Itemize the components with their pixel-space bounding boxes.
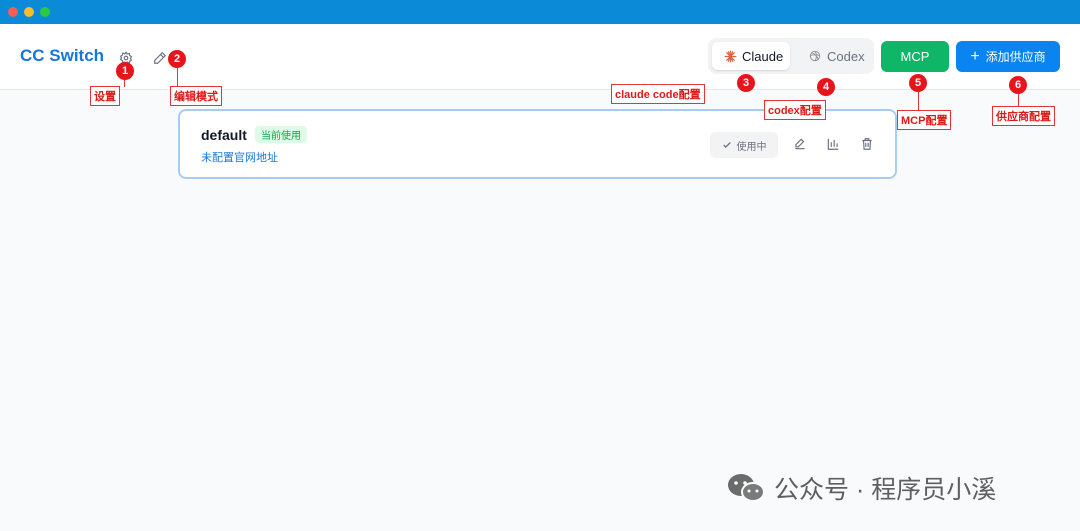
wechat-icon [728,474,765,502]
annotation-codex: codex配置 [764,100,826,120]
watermark: 公众号 · 程序员小溪 [726,470,996,506]
annotation-claude-code: claude code配置 [611,84,705,104]
plus-icon: + [970,47,980,65]
edit-icon [795,138,805,150]
leader-line [177,68,178,86]
watermark-text: 公众号 · 程序员小溪 [774,476,997,504]
tab-claude-label: Claude [742,48,784,64]
mcp-button[interactable]: MCP [881,41,949,72]
tab-codex-label: Codex [827,48,865,64]
leader-line [918,92,919,110]
annotation-provider: 供应商配置 [992,106,1055,126]
annotation-settings: 设置 [90,86,120,106]
callout-1: 1 [116,62,134,80]
annotation-edit-mode: 编辑模式 [170,86,222,106]
window-titlebar [0,0,1080,24]
bar-chart-icon [827,138,839,150]
in-use-label: 使用中 [736,141,767,153]
callout-6: 6 [1009,76,1027,94]
claude-logo-icon [724,49,737,63]
maximize-window-button[interactable] [40,7,50,17]
current-badge: 当前使用 [255,126,307,143]
usage-stats-button[interactable] [825,136,841,152]
add-provider-label: 添加供应商 [985,50,1046,64]
codex-logo-icon [809,50,821,62]
leader-line [1018,94,1019,106]
in-use-button[interactable]: 使用中 [710,132,778,158]
close-window-button[interactable] [8,7,18,17]
app-switcher: Claude Codex [708,38,874,74]
minimize-window-button[interactable] [24,7,34,17]
annotation-mcp: MCP配置 [897,110,952,130]
check-icon [722,142,731,148]
leader-line [124,80,125,87]
add-provider-button[interactable]: + 添加供应商 [956,41,1060,72]
delete-provider-button[interactable] [859,136,875,152]
edit-provider-button[interactable] [792,136,808,152]
provider-name: default [201,127,247,143]
callout-5: 5 [909,74,927,92]
provider-url-link[interactable]: 未配置官网地址 [201,149,278,165]
tab-claude[interactable]: Claude [712,42,790,70]
pencil-icon [154,51,167,64]
callout-3: 3 [737,74,755,92]
trash-icon [862,138,872,150]
callout-2: 2 [168,50,186,68]
edit-mode-button[interactable] [150,48,170,68]
app-title: CC Switch [20,46,105,65]
tab-codex[interactable]: Codex [796,42,872,70]
callout-4: 4 [817,78,835,96]
